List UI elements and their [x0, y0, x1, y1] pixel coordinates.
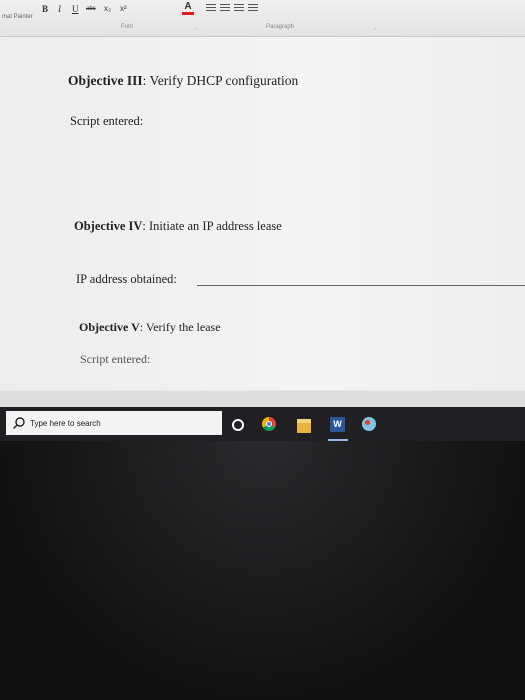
- objective-4-text: : Initiate an IP address lease: [142, 219, 282, 233]
- objective-4-heading: Objective IV: Initiate an IP address lea…: [74, 219, 282, 234]
- word-status-bar: [0, 391, 525, 407]
- objective-4-prefix: Objective IV: [74, 219, 143, 233]
- file-explorer-icon[interactable]: [297, 419, 311, 433]
- italic-button[interactable]: I: [58, 4, 61, 14]
- align-left-icon[interactable]: [206, 4, 216, 12]
- underline-button[interactable]: U: [72, 4, 79, 14]
- align-right-icon[interactable]: [234, 4, 244, 12]
- objective-3-heading: Objective III: Verify DHCP configuration: [68, 73, 298, 89]
- superscript-button[interactable]: x²: [120, 4, 127, 13]
- objective-5-heading: Objective V: Verify the lease: [79, 320, 221, 335]
- font-color-swatch: [182, 12, 194, 15]
- paragraph-group-label: Paragraph: [266, 24, 295, 30]
- font-dialog-launcher-icon[interactable]: ⌟: [194, 24, 197, 31]
- ribbon: mat Painter B I U abc x₂ x² A Font ⌟ Par…: [0, 0, 525, 37]
- document-page[interactable]: Objective III: Verify DHCP configuration…: [0, 37, 525, 390]
- ip-address-label: IP address obtained:: [76, 272, 177, 286]
- word-icon[interactable]: W: [330, 417, 345, 432]
- screen: mat Painter B I U abc x₂ x² A Font ⌟ Par…: [0, 0, 525, 441]
- paint-icon[interactable]: [362, 417, 376, 431]
- taskbar-search-box[interactable]: Type here to search: [6, 411, 222, 435]
- subscript-button[interactable]: x₂: [104, 4, 111, 13]
- align-center-icon[interactable]: [220, 4, 230, 12]
- search-icon: [13, 417, 25, 429]
- chrome-icon[interactable]: [262, 417, 276, 431]
- format-painter-button[interactable]: mat Painter: [2, 14, 33, 20]
- objective-5-prefix: Objective V: [79, 320, 140, 334]
- script-entered-label-2: Script entered:: [80, 352, 151, 366]
- search-placeholder: Type here to search: [30, 418, 101, 428]
- taskbar: Type here to search W: [0, 407, 525, 441]
- font-color-icon: A: [184, 1, 192, 12]
- paragraph-dialog-launcher-icon[interactable]: ⌟: [373, 24, 376, 31]
- font-group-label: Font: [121, 24, 134, 30]
- bold-button[interactable]: B: [42, 4, 48, 14]
- ip-address-field[interactable]: [197, 285, 525, 286]
- font-color-button[interactable]: A: [182, 1, 194, 15]
- keyboard-background: [0, 441, 525, 700]
- strikethrough-button[interactable]: abc: [86, 6, 96, 12]
- objective-3-prefix: Objective III: [68, 73, 143, 88]
- justify-icon[interactable]: [248, 4, 258, 12]
- cortana-icon[interactable]: [232, 419, 244, 431]
- objective-3-text: : Verify DHCP configuration: [142, 73, 299, 88]
- script-entered-label-1: Script entered:: [70, 114, 144, 128]
- objective-5-text: : Verify the lease: [139, 320, 221, 334]
